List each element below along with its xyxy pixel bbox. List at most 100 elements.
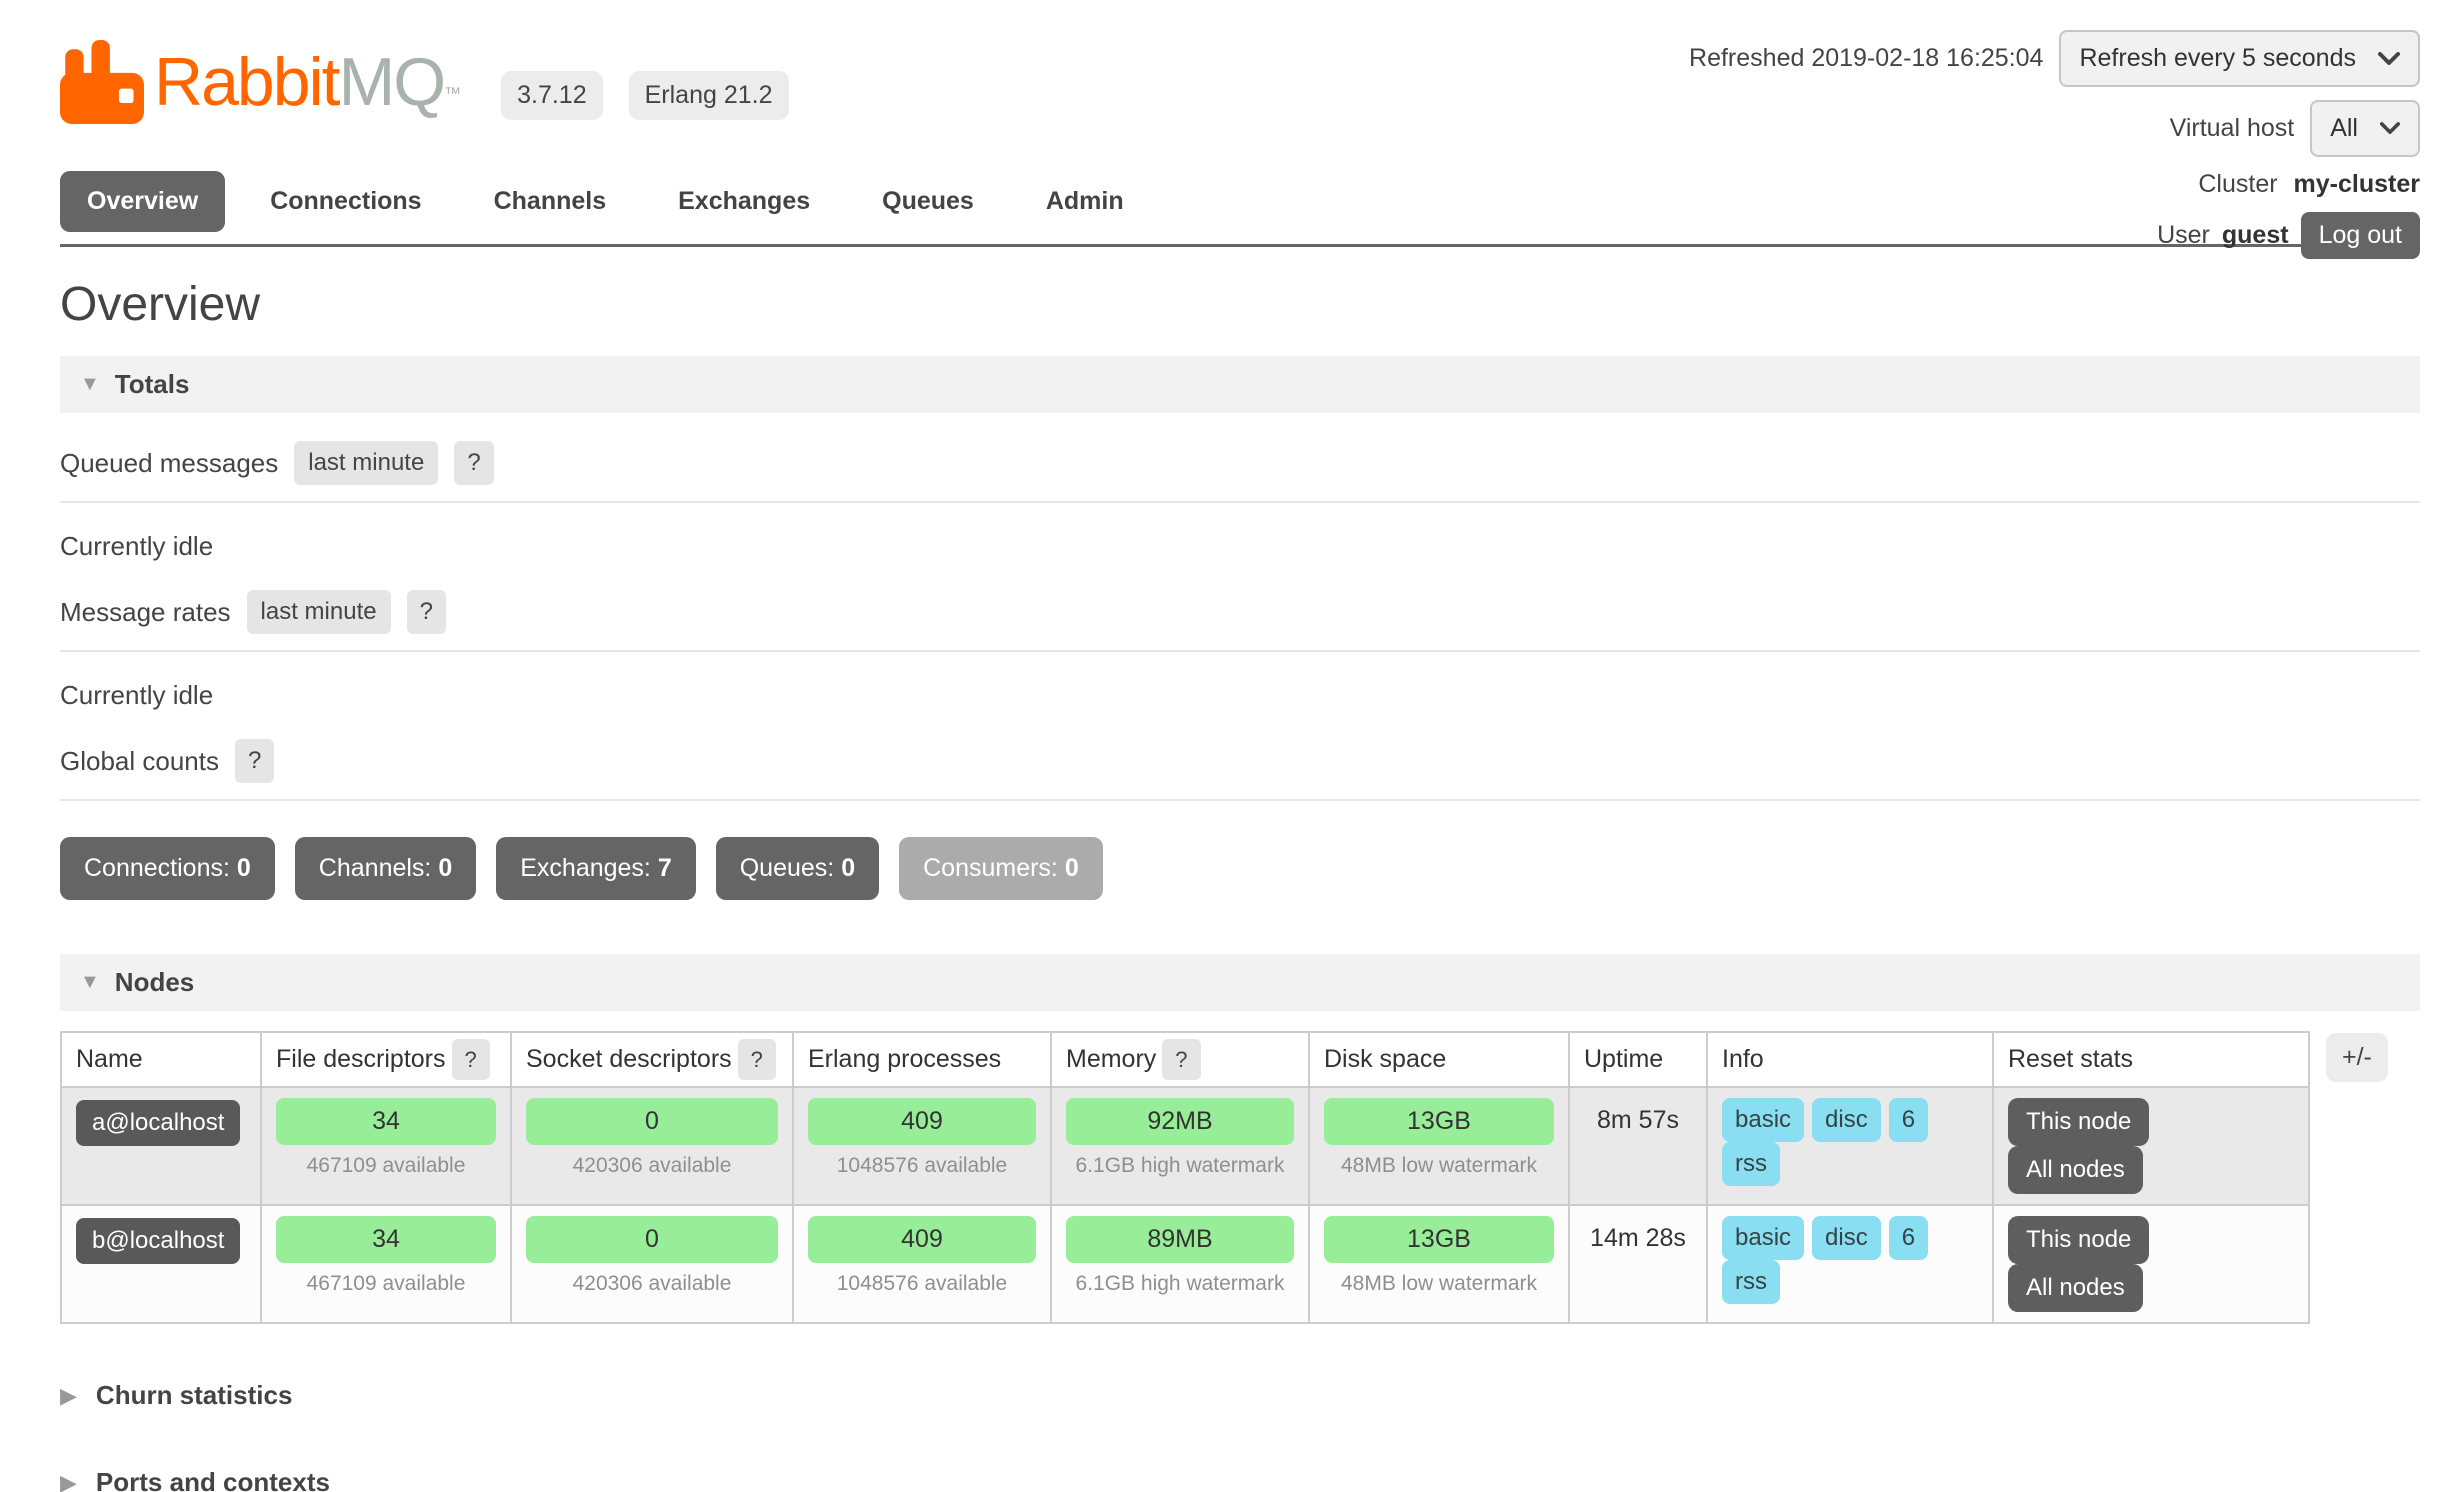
help-badge[interactable]: ? bbox=[454, 441, 493, 485]
nodes-table: Name File descriptors? Socket descriptor… bbox=[60, 1031, 2310, 1324]
meter-sub-label: 467109 available bbox=[276, 1145, 496, 1180]
uptime-value: 8m 57s bbox=[1569, 1087, 1707, 1205]
info-tag-basic: basic bbox=[1722, 1216, 1804, 1260]
exchanges-count-button[interactable]: Exchanges: 7 bbox=[496, 837, 696, 900]
refresh-interval-select[interactable]: Refresh every 5 seconds bbox=[2059, 30, 2420, 87]
disk-space-meter: 13GB bbox=[1324, 1098, 1554, 1145]
user-label: User bbox=[2157, 221, 2210, 250]
virtual-host-value: All bbox=[2330, 114, 2358, 143]
info-tag-cores: 6 bbox=[1889, 1098, 1928, 1142]
meter-sub-label: 6.1GB high watermark bbox=[1066, 1145, 1294, 1180]
info-tag-rss: rss bbox=[1722, 1260, 1780, 1304]
info-tag-disc: disc bbox=[1812, 1216, 1881, 1260]
consumers-count-button: Consumers: 0 bbox=[899, 837, 1103, 900]
expand-triangle-icon: ▶ bbox=[60, 1383, 77, 1409]
message-rates-line: Message rates last minute ? bbox=[60, 590, 2420, 652]
nodes-section-header[interactable]: ▼ Nodes bbox=[60, 954, 2420, 1011]
cluster-name: my-cluster bbox=[2294, 170, 2420, 199]
disk-space-meter: 13GB bbox=[1324, 1216, 1554, 1263]
global-counts-buttons: Connections: 0 Channels: 0 Exchanges: 7 … bbox=[60, 837, 2398, 900]
tab-connections[interactable]: Connections bbox=[243, 171, 448, 232]
meter-sub-label: 420306 available bbox=[526, 1263, 778, 1298]
uptime-value: 14m 28s bbox=[1569, 1205, 1707, 1323]
file-descriptors-meter: 34 bbox=[276, 1098, 496, 1145]
nodes-section-title: Nodes bbox=[115, 967, 194, 998]
help-badge[interactable]: ? bbox=[738, 1039, 776, 1080]
tab-queues[interactable]: Queues bbox=[855, 171, 1001, 232]
section-title: Ports and contexts bbox=[96, 1467, 330, 1492]
last-minute-badge: last minute bbox=[247, 590, 391, 634]
nodes-table-header-row: Name File descriptors? Socket descriptor… bbox=[61, 1032, 2309, 1087]
meter-sub-label: 48MB low watermark bbox=[1324, 1263, 1554, 1298]
churn-statistics-section[interactable]: ▶ Churn statistics bbox=[60, 1380, 2398, 1411]
col-erlang-processes: Erlang processes bbox=[808, 1045, 1001, 1073]
queues-count-button[interactable]: Queues: 0 bbox=[716, 837, 879, 900]
tab-exchanges[interactable]: Exchanges bbox=[651, 171, 837, 232]
node-name-badge: a@localhost bbox=[76, 1100, 240, 1146]
virtual-host-select[interactable]: All bbox=[2310, 100, 2420, 157]
rabbitmq-logo-icon bbox=[60, 40, 144, 124]
help-badge[interactable]: ? bbox=[1162, 1039, 1200, 1080]
channels-count-button[interactable]: Channels: 0 bbox=[295, 837, 476, 900]
cluster-info: Cluster my-cluster bbox=[2198, 170, 2420, 199]
reset-this-node-button[interactable]: This node bbox=[2008, 1216, 2149, 1264]
help-badge[interactable]: ? bbox=[235, 739, 274, 783]
queued-messages-label: Queued messages bbox=[60, 448, 278, 479]
refresh-row: Refreshed 2019-02-18 16:25:04 Refresh ev… bbox=[1689, 30, 2420, 87]
rabbitmq-version-badge: 3.7.12 bbox=[501, 71, 603, 120]
chevron-down-icon bbox=[2378, 52, 2400, 66]
col-memory: Memory bbox=[1066, 1045, 1156, 1073]
logout-button[interactable]: Log out bbox=[2301, 212, 2420, 259]
tab-channels[interactable]: Channels bbox=[467, 171, 634, 232]
meter-sub-label: 6.1GB high watermark bbox=[1066, 1263, 1294, 1298]
ports-and-contexts-section[interactable]: ▶ Ports and contexts bbox=[60, 1467, 2398, 1492]
totals-section-header[interactable]: ▼ Totals bbox=[60, 356, 2420, 413]
erlang-version-badge: Erlang 21.2 bbox=[629, 71, 789, 120]
meter-sub-label: 467109 available bbox=[276, 1263, 496, 1298]
meter-sub-label: 1048576 available bbox=[808, 1263, 1036, 1298]
memory-meter: 92MB bbox=[1066, 1098, 1294, 1145]
help-badge[interactable]: ? bbox=[407, 590, 446, 634]
version-badges: 3.7.12 Erlang 21.2 bbox=[501, 71, 788, 120]
help-badge[interactable]: ? bbox=[452, 1039, 490, 1080]
last-minute-badge: last minute bbox=[294, 441, 438, 485]
info-tag-disc: disc bbox=[1812, 1098, 1881, 1142]
column-toggle-button[interactable]: +/- bbox=[2326, 1033, 2388, 1082]
totals-section-title: Totals bbox=[115, 369, 190, 400]
collapse-triangle-icon: ▼ bbox=[80, 971, 100, 994]
user-name: guest bbox=[2222, 221, 2289, 250]
page-title: Overview bbox=[60, 277, 2398, 332]
tab-overview[interactable]: Overview bbox=[60, 171, 225, 232]
queued-messages-idle: Currently idle bbox=[60, 531, 2398, 562]
memory-meter: 89MB bbox=[1066, 1216, 1294, 1263]
meter-sub-label: 1048576 available bbox=[808, 1145, 1036, 1180]
connections-count-button[interactable]: Connections: 0 bbox=[60, 837, 275, 900]
col-reset-stats: Reset stats bbox=[2008, 1045, 2133, 1073]
reset-all-nodes-button[interactable]: All nodes bbox=[2008, 1146, 2143, 1194]
node-name-badge: b@localhost bbox=[76, 1218, 240, 1264]
message-rates-label: Message rates bbox=[60, 597, 231, 628]
info-tag-basic: basic bbox=[1722, 1098, 1804, 1142]
section-title: Churn statistics bbox=[96, 1380, 293, 1411]
nodes-table-wrap: Name File descriptors? Socket descriptor… bbox=[60, 1031, 2420, 1324]
reset-this-node-button[interactable]: This node bbox=[2008, 1098, 2149, 1146]
collapse-triangle-icon: ▼ bbox=[80, 373, 100, 396]
col-uptime: Uptime bbox=[1584, 1045, 1663, 1073]
socket-descriptors-meter: 0 bbox=[526, 1216, 778, 1263]
header-right: Refreshed 2019-02-18 16:25:04 Refresh ev… bbox=[1689, 30, 2420, 259]
cluster-label: Cluster bbox=[2198, 170, 2277, 199]
chevron-down-icon bbox=[2380, 122, 2400, 135]
reset-all-nodes-button[interactable]: All nodes bbox=[2008, 1264, 2143, 1312]
col-disk-space: Disk space bbox=[1324, 1045, 1446, 1073]
col-socket-descriptors: Socket descriptors bbox=[526, 1045, 732, 1073]
info-tag-rss: rss bbox=[1722, 1142, 1780, 1186]
meter-sub-label: 420306 available bbox=[526, 1145, 778, 1180]
message-rates-idle: Currently idle bbox=[60, 680, 2398, 711]
logo-group: RabbitMQ™ 3.7.12 Erlang 21.2 bbox=[60, 30, 789, 124]
erlang-processes-meter: 409 bbox=[808, 1098, 1036, 1145]
meter-sub-label: 48MB low watermark bbox=[1324, 1145, 1554, 1180]
logo-wordmark: RabbitMQ™ bbox=[154, 48, 461, 116]
queued-messages-line: Queued messages last minute ? bbox=[60, 441, 2420, 503]
node-row-b: b@localhost 34467109 available 0420306 a… bbox=[61, 1205, 2309, 1323]
tab-admin[interactable]: Admin bbox=[1019, 171, 1151, 232]
